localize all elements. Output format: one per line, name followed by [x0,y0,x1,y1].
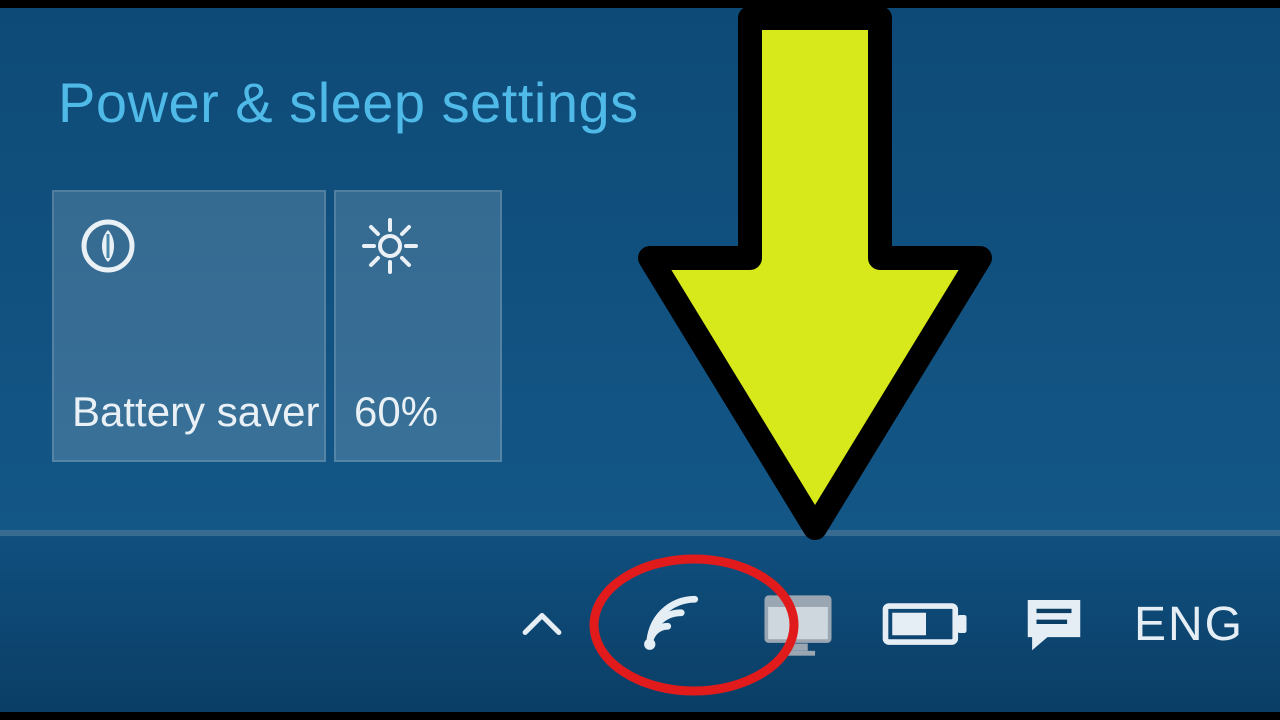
battery-icon [881,597,971,651]
action-center-icon [1019,589,1089,659]
letterbox-top [0,0,1280,8]
power-sleep-settings-link[interactable]: Power & sleep settings [58,70,639,135]
screenshot-stage: Power & sleep settings Battery saver [0,0,1280,720]
tray-language-button[interactable]: ENG [1134,576,1244,672]
brightness-tile[interactable]: 60% [334,190,502,462]
battery-saver-tile[interactable]: Battery saver [52,190,326,462]
system-tray: ENG [494,536,1280,712]
tray-battery-button[interactable] [878,576,974,672]
leaf-circle-icon [76,214,140,278]
wifi-icon [634,588,706,660]
chevron-up-icon [515,597,569,651]
taskbar: ENG [0,536,1280,712]
quick-action-tiles: Battery saver [52,190,502,462]
monitor-icon [759,585,837,663]
battery-saver-label: Battery saver [72,388,319,436]
tray-display-button[interactable] [750,576,846,672]
tray-action-center-button[interactable] [1006,576,1102,672]
brightness-icon [358,214,422,278]
action-center-panel: Power & sleep settings Battery saver [0,8,1280,536]
letterbox-bottom [0,712,1280,720]
tray-wifi-button[interactable] [622,576,718,672]
tray-overflow-button[interactable] [494,576,590,672]
brightness-label: 60% [354,388,438,436]
